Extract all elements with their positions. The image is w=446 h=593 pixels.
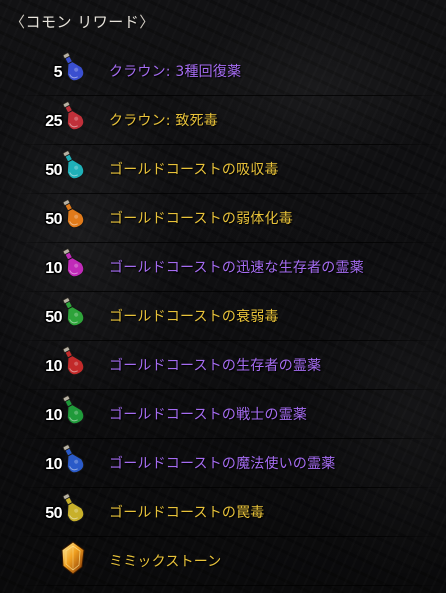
header-bracket-open: 〈 bbox=[10, 12, 26, 31]
reward-name: ゴールドコーストの吸収毒 bbox=[109, 162, 279, 178]
reward-name: ゴールドコーストの罠毒 bbox=[109, 505, 265, 521]
reward-row-3[interactable]: 50 ゴールドコーストの吸収毒 bbox=[12, 145, 446, 194]
reward-quantity: 50 bbox=[45, 505, 62, 522]
reward-row-4[interactable]: 50 ゴールドコーストの弱体化毒 bbox=[12, 194, 446, 243]
reward-name: ゴールドコーストの迅速な生存者の霊薬 bbox=[109, 260, 364, 276]
header-bracket-close: 〉 bbox=[139, 12, 155, 31]
reward-quantity: 10 bbox=[45, 260, 62, 277]
reward-quantity: 5 bbox=[53, 64, 63, 81]
reward-list: 5 クラウン: 3種回復薬 25 クラウン: 致死毒 50 ゴールドコーストの吸… bbox=[12, 47, 446, 586]
reward-name: ゴールドコーストの衰弱毒 bbox=[109, 309, 279, 325]
mimic-stone-icon bbox=[54, 539, 106, 583]
reward-quantity: 50 bbox=[45, 309, 62, 326]
reward-quantity: 10 bbox=[45, 407, 62, 424]
reward-name: クラウン: 致死毒 bbox=[109, 113, 218, 129]
reward-name: クラウン: 3種回復薬 bbox=[109, 64, 242, 80]
reward-name: ゴールドコーストの弱体化毒 bbox=[109, 211, 293, 227]
reward-row-8[interactable]: 10 ゴールドコーストの戦士の霊薬 bbox=[12, 390, 446, 439]
reward-quantity: 10 bbox=[45, 358, 62, 375]
reward-row-6[interactable]: 50 ゴールドコーストの衰弱毒 bbox=[12, 292, 446, 341]
header-title: コモン リワード bbox=[25, 12, 140, 31]
reward-quantity: 50 bbox=[45, 211, 62, 228]
reward-row-1[interactable]: 5 クラウン: 3種回復薬 bbox=[12, 47, 446, 96]
reward-row-5[interactable]: 10 ゴールドコーストの迅速な生存者の霊薬 bbox=[12, 243, 446, 292]
reward-quantity: 50 bbox=[45, 162, 62, 179]
reward-name: ゴールドコーストの生存者の霊薬 bbox=[109, 358, 322, 374]
reward-row-2[interactable]: 25 クラウン: 致死毒 bbox=[12, 96, 446, 145]
rewards-header: 〈 コモン リワード 〉 bbox=[10, 10, 155, 32]
reward-row-11[interactable]: ミミックストーン bbox=[12, 537, 446, 586]
reward-quantity: 10 bbox=[45, 456, 62, 473]
reward-row-7[interactable]: 10 ゴールドコーストの生存者の霊薬 bbox=[12, 341, 446, 390]
reward-row-10[interactable]: 50 ゴールドコーストの罠毒 bbox=[12, 488, 446, 537]
reward-name: ミミックストーン bbox=[109, 554, 222, 570]
reward-name: ゴールドコーストの戦士の霊薬 bbox=[109, 407, 308, 423]
reward-quantity: 25 bbox=[45, 113, 62, 130]
reward-row-9[interactable]: 10 ゴールドコーストの魔法使いの霊薬 bbox=[12, 439, 446, 488]
reward-name: ゴールドコーストの魔法使いの霊薬 bbox=[109, 456, 336, 472]
